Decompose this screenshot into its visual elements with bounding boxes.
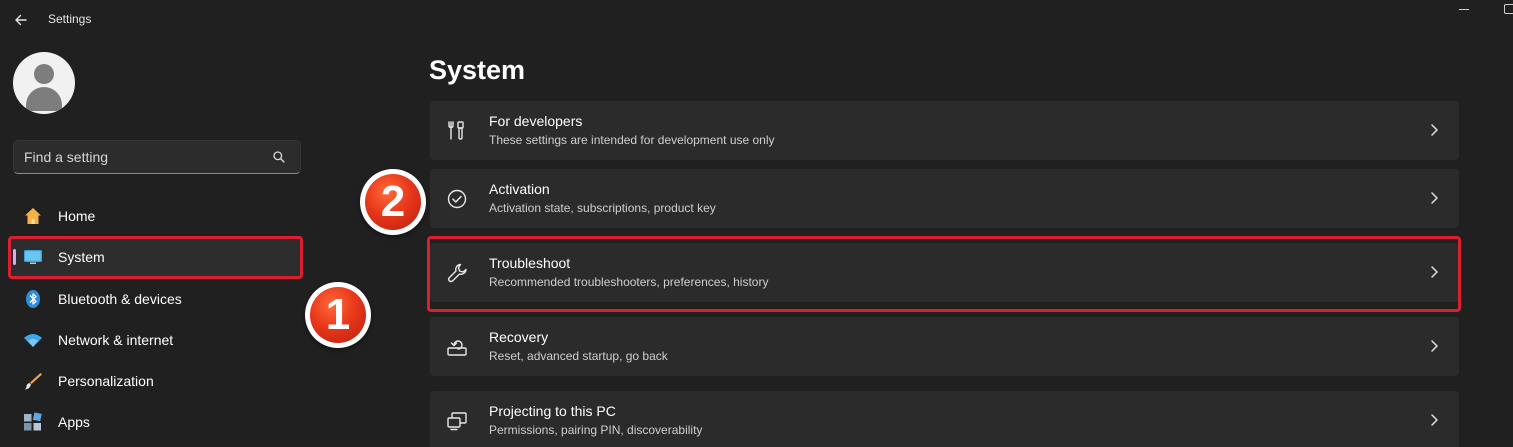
search-input[interactable] bbox=[24, 141, 264, 173]
card-description: Reset, advanced startup, go back bbox=[489, 349, 668, 363]
card-title: Recovery bbox=[489, 329, 549, 345]
card-description: Permissions, pairing PIN, discoverabilit… bbox=[489, 423, 703, 437]
app-title: Settings bbox=[48, 12, 92, 26]
card-description: Recommended troubleshooters, preferences… bbox=[489, 275, 769, 289]
wrench-icon bbox=[447, 263, 467, 283]
card-description: These settings are intended for developm… bbox=[489, 133, 775, 147]
chevron-right-icon bbox=[1431, 414, 1438, 426]
active-indicator bbox=[13, 249, 16, 265]
projecting-icon bbox=[447, 412, 467, 431]
step-number: 1 bbox=[310, 287, 366, 343]
bluetooth-icon bbox=[26, 290, 40, 308]
sidebar-item-personalization[interactable]: Personalization bbox=[10, 361, 302, 401]
step-badge-1: 1 bbox=[305, 282, 371, 348]
card-troubleshoot[interactable]: Troubleshoot Recommended troubleshooters… bbox=[430, 243, 1459, 302]
sidebar-item-home[interactable]: Home bbox=[10, 196, 302, 236]
card-title: Projecting to this PC bbox=[489, 403, 616, 419]
step-number: 2 bbox=[365, 174, 421, 230]
chevron-right-icon bbox=[1431, 266, 1438, 278]
system-icon bbox=[24, 250, 42, 264]
chevron-right-icon bbox=[1431, 192, 1438, 204]
page-title: System bbox=[429, 55, 526, 85]
title-bar: Settings bbox=[0, 0, 1513, 38]
home-icon bbox=[25, 208, 41, 224]
user-avatar-icon[interactable] bbox=[13, 52, 75, 114]
sidebar-item-label: Network & internet bbox=[58, 332, 174, 348]
recovery-icon bbox=[447, 340, 467, 356]
check-circle-icon bbox=[447, 189, 467, 209]
sidebar-item-system[interactable]: System bbox=[10, 237, 302, 277]
card-recovery[interactable]: Recovery Reset, advanced startup, go bac… bbox=[430, 317, 1459, 376]
sidebar-item-label: Home bbox=[58, 208, 96, 224]
sidebar-item-label: Apps bbox=[58, 414, 90, 430]
card-title: Troubleshoot bbox=[489, 255, 571, 271]
arrow-left-icon bbox=[15, 14, 27, 26]
brush-icon bbox=[25, 373, 42, 390]
chevron-right-icon bbox=[1431, 124, 1438, 136]
back-button[interactable] bbox=[10, 9, 32, 31]
step-badge-2: 2 bbox=[360, 169, 426, 235]
sidebar-item-bluetooth[interactable]: Bluetooth & devices bbox=[10, 279, 302, 319]
chevron-right-icon bbox=[1431, 340, 1438, 352]
sidebar-item-label: Personalization bbox=[58, 373, 154, 389]
card-title: Activation bbox=[489, 181, 550, 197]
sidebar-item-label: Bluetooth & devices bbox=[58, 291, 182, 307]
search-icon[interactable] bbox=[272, 150, 286, 164]
developer-tools-icon bbox=[448, 121, 464, 140]
card-activation[interactable]: Activation Activation state, subscriptio… bbox=[430, 169, 1459, 228]
sidebar-item-network[interactable]: Network & internet bbox=[10, 320, 302, 360]
minimize-button[interactable] bbox=[1458, 2, 1470, 14]
card-title: For developers bbox=[489, 113, 583, 129]
card-description: Activation state, subscriptions, product… bbox=[489, 201, 716, 215]
card-for-developers[interactable]: For developers These settings are intend… bbox=[430, 101, 1459, 160]
card-projecting[interactable]: Projecting to this PC Permissions, pairi… bbox=[430, 391, 1459, 447]
sidebar-item-label: System bbox=[58, 249, 105, 265]
maximize-button[interactable] bbox=[1504, 4, 1513, 14]
search-box[interactable] bbox=[13, 140, 301, 174]
wifi-icon bbox=[24, 334, 42, 347]
apps-icon bbox=[24, 412, 42, 431]
sidebar-item-apps[interactable]: Apps bbox=[10, 402, 302, 442]
